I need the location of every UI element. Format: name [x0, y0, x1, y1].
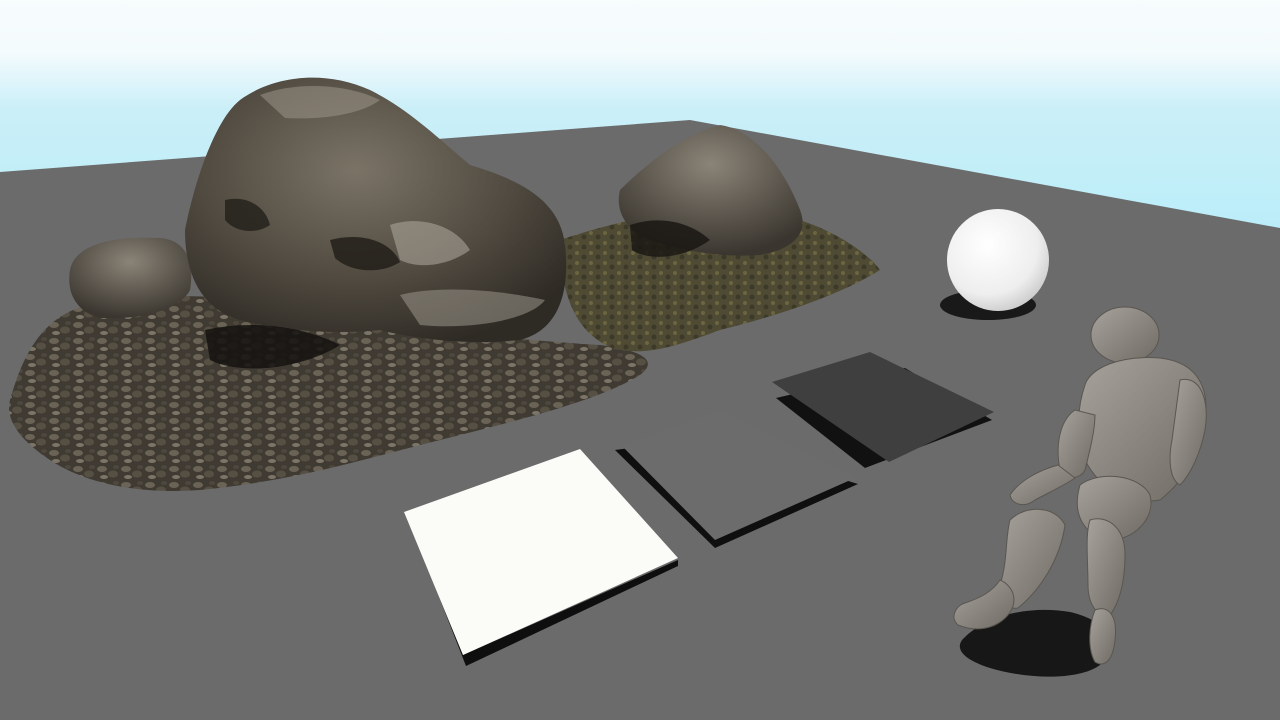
white-sphere[interactable] — [947, 209, 1049, 311]
mannequin-head — [1090, 306, 1160, 364]
game-viewport[interactable] — [0, 0, 1280, 720]
mannequin-shin-right — [1089, 608, 1117, 665]
scene-canvas[interactable] — [0, 0, 1280, 720]
